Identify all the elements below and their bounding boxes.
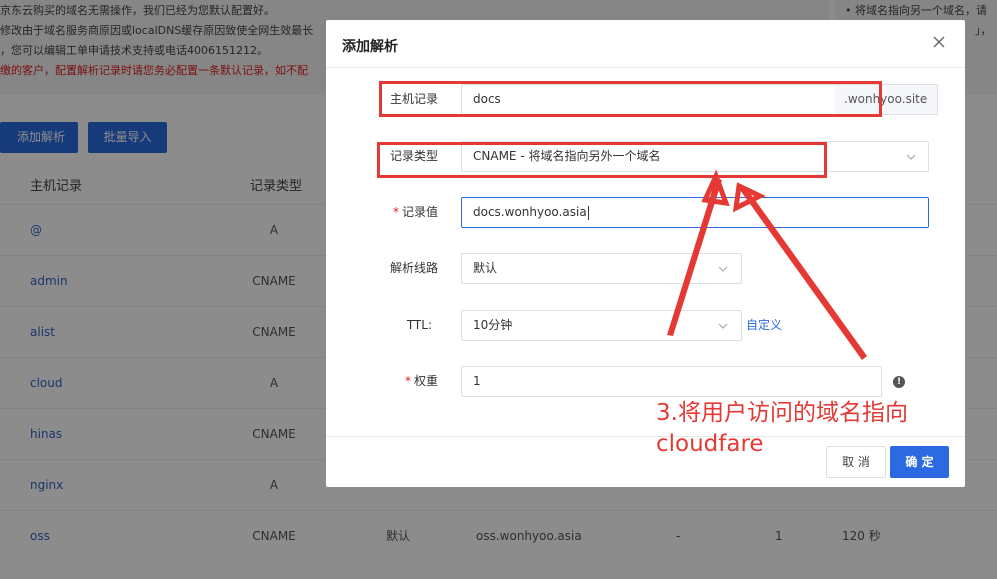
annotation-text: 3.将用户访问的域名指向 cloudfare [656,398,908,460]
annotation-arrow [740,186,867,360]
annotation-line: 3.将用户访问的域名指向 [656,400,908,426]
annotation-line: cloudfare [656,431,764,457]
annotation-arrows [667,169,867,360]
